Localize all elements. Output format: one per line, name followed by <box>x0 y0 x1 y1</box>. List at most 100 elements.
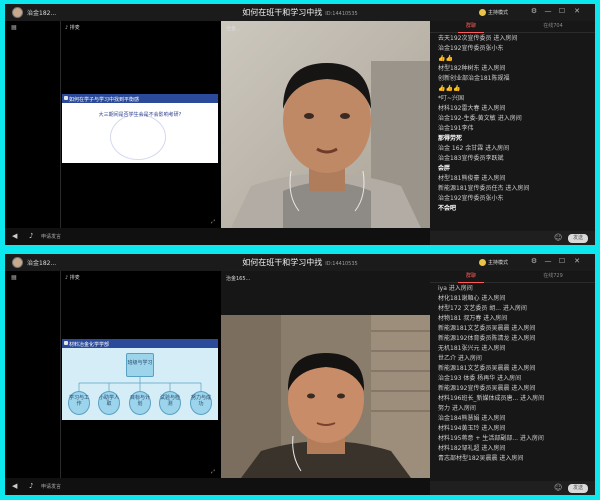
stage-area: ▦ ♪ 排麦 如何在学子与学习中找到平衡感 大三期间是否学生会是不会影响考研? … <box>5 21 430 228</box>
host-mode-button[interactable]: 主持模式 <box>476 258 511 268</box>
room-id: ID:14410535 <box>325 11 358 17</box>
speaker-video-feed <box>221 271 430 478</box>
chat-message: *叮~兴国 <box>438 95 465 102</box>
chat-message: 不会吧 <box>438 205 457 212</box>
tab-group-chat[interactable]: 群聊 <box>430 271 512 283</box>
chat-message: 治金193 体委 杨再华 进入房间 <box>438 375 522 382</box>
chat-message: 治金 162 余甘霖 进入房间 <box>438 145 510 152</box>
chat-message: 👍👍 <box>438 55 453 62</box>
chat-message: 👍👍👍 <box>438 85 461 92</box>
settings-icon[interactable]: ⚙ <box>529 257 539 265</box>
close-icon[interactable]: ✕ <box>572 7 582 15</box>
slide-header-text: 如何在学子与学习中找到平衡感 <box>69 97 140 103</box>
mindmap-child-node: 试验与检测 <box>159 391 181 415</box>
chat-message: 世乙介 进入房间 <box>438 355 482 362</box>
chat-message: 材型182种树东 进入房间 <box>438 65 506 72</box>
chat-message: 治金191李伟 <box>438 125 474 132</box>
tab-group-chat[interactable]: 群聊 <box>430 21 512 33</box>
stage-area: ▦ ♪ 排麦 材料冶金化学学部 班级与学习 学习与工作 小助学人取 目标与计划 … <box>5 271 430 478</box>
university-seal-watermark <box>110 114 166 160</box>
chat-message: 治金192宣传委员张小东 <box>438 45 504 52</box>
chat-message: 新能源181文艺委员吴晨晨 进入房间 <box>438 325 536 332</box>
chat-message: 那得劳死 <box>438 135 463 142</box>
host-mode-icon <box>479 9 486 16</box>
chat-tabs: 群聊 在线704 <box>430 21 595 33</box>
slide-logo-icon <box>64 96 68 100</box>
layout-grid-icon[interactable]: ▦ <box>11 274 17 281</box>
mindmap-child-node: 学习与工作 <box>68 391 90 415</box>
tab-online-users[interactable]: 在线704 <box>512 21 594 32</box>
microphone-icon[interactable]: ♪ <box>29 482 33 490</box>
chat-message: 新能源192宣传委员吴晨晨 进入房间 <box>438 385 536 392</box>
host-mode-icon <box>479 259 486 266</box>
fullscreen-icon[interactable]: ⤢ <box>211 469 215 475</box>
chat-message: 新能源192体育委员陈清龙 进入房间 <box>438 335 536 342</box>
chat-message: 会胖 <box>438 165 451 172</box>
chat-message: 材科192雷大春 进入房间 <box>438 105 506 112</box>
camera-pane: 治金... ⤢ <box>221 21 430 228</box>
host-mode-label: 主持模式 <box>488 10 509 16</box>
chat-panel: 群聊 在线729 iya 进入房间 材化181谢順心 进入房间 材型172 文艺… <box>430 271 595 495</box>
camera-user-label: 治金... <box>226 26 241 32</box>
layout-grid-icon[interactable]: ▦ <box>11 24 17 31</box>
host-name: 治金182... <box>27 260 57 267</box>
minimize-icon[interactable]: — <box>543 257 553 265</box>
live-room-window-top: 治金182... 如何在班干和学习中找 ID:14410535 主持模式 ⚙ — … <box>5 4 595 245</box>
chat-input-bar[interactable]: ☺ 发送 <box>430 231 595 245</box>
host-avatar[interactable] <box>12 257 23 268</box>
camera-user-label: 治金165... <box>226 276 251 282</box>
room-title: 如何在班干和学习中找 ID:14410535 <box>185 7 415 18</box>
chat-input-bar[interactable]: ☺ 发送 <box>430 481 595 495</box>
host-avatar[interactable] <box>12 7 23 18</box>
slide-question: 大三期间是否学生会是不会影响考研? <box>98 112 182 118</box>
host-mode-button[interactable]: 主持模式 <box>476 8 511 18</box>
chat-message: 无机181张兴元 进入房间 <box>438 345 506 352</box>
mindmap-child-node: 努力与成功 <box>190 391 212 415</box>
mindmap-root-node: 班级与学习 <box>126 353 154 377</box>
chat-message: 材型181熊俊豪 进入房间 <box>438 175 506 182</box>
chat-message: 去天192次宣传委员 进入房间 <box>438 35 518 42</box>
apply-speak-button[interactable]: 申请发言 <box>41 233 61 240</box>
chat-message: 努力 进入房间 <box>438 405 476 412</box>
chat-message: 新能源181文艺委员吴晨晨 进入房间 <box>438 365 536 372</box>
speaker-video-feed <box>221 21 430 228</box>
emoji-icon[interactable]: ☺ <box>554 483 562 492</box>
chat-message: 材料195蒋意 + 生活部副部... 进入房间 <box>438 435 544 442</box>
chat-message-list: 去天192次宣传委员 进入房间 治金192宣传委员张小东 👍👍 材型182种树东… <box>438 34 588 214</box>
chat-message: 材物181 叔万春 进入房间 <box>438 315 508 322</box>
presentation-pane: ♪ 排麦 如何在学子与学习中找到平衡感 大三期间是否学生会是不会影响考研? ⤢ <box>60 21 222 228</box>
host-name: 治金182... <box>27 10 57 17</box>
host-mode-label: 主持模式 <box>488 260 509 266</box>
chat-message: 材型172 文艺委员 胡... 进入房间 <box>438 305 527 312</box>
fullscreen-icon[interactable]: ⤢ <box>211 219 215 225</box>
chat-message: 青志部材型182吴晨晨 进入房间 <box>438 455 524 462</box>
send-button[interactable]: 发送 <box>568 484 588 493</box>
chat-message: 材化181谢順心 进入房间 <box>438 295 506 302</box>
maximize-icon[interactable]: ☐ <box>557 7 567 15</box>
volume-icon[interactable]: ◀ <box>12 482 17 490</box>
emoji-icon[interactable]: ☺ <box>554 233 562 242</box>
mindmap-child-node: 目标与计划 <box>129 391 151 415</box>
slide: 材料冶金化学学部 班级与学习 学习与工作 小助学人取 目标与计划 试验与检测 努… <box>62 339 218 420</box>
chat-message: 治金192-生委-黄文敏 进入房间 <box>438 115 522 122</box>
send-button[interactable]: 发送 <box>568 234 588 243</box>
slide: 如何在学子与学习中找到平衡感 大三期间是否学生会是不会影响考研? <box>62 94 218 163</box>
chat-message: 创新创业部治金181陈规福 <box>438 75 510 82</box>
camera-fullscreen-icon[interactable]: ⤢ <box>420 469 424 475</box>
room-title: 如何在班干和学习中找 ID:14410535 <box>185 257 415 268</box>
minimize-icon[interactable]: — <box>543 7 553 15</box>
apply-speak-button[interactable]: 申请发言 <box>41 483 61 490</box>
chat-message: 治金183宣传委员李跃斌 <box>438 155 504 162</box>
bottom-bar: ◀ ♪ 申请发言 <box>5 228 430 245</box>
presentation-pane: ♪ 排麦 材料冶金化学学部 班级与学习 学习与工作 小助学人取 目标与计划 试验… <box>60 271 222 478</box>
live-room-window-bottom: 治金182... 如何在班干和学习中找 ID:14410535 主持模式 ⚙ — … <box>5 254 595 495</box>
chat-message: 材料196班长_新媒体成员唐... 进入房间 <box>438 395 545 402</box>
microphone-icon[interactable]: ♪ <box>29 232 33 240</box>
volume-icon[interactable]: ◀ <box>12 232 17 240</box>
chat-message-list: iya 进入房间 材化181谢順心 进入房间 材型172 文艺委员 胡... 进… <box>438 284 588 464</box>
camera-fullscreen-icon[interactable]: ⤢ <box>420 219 424 225</box>
maximize-icon[interactable]: ☐ <box>557 257 567 265</box>
tab-online-users[interactable]: 在线729 <box>512 271 594 282</box>
settings-icon[interactable]: ⚙ <box>529 7 539 15</box>
close-icon[interactable]: ✕ <box>572 257 582 265</box>
